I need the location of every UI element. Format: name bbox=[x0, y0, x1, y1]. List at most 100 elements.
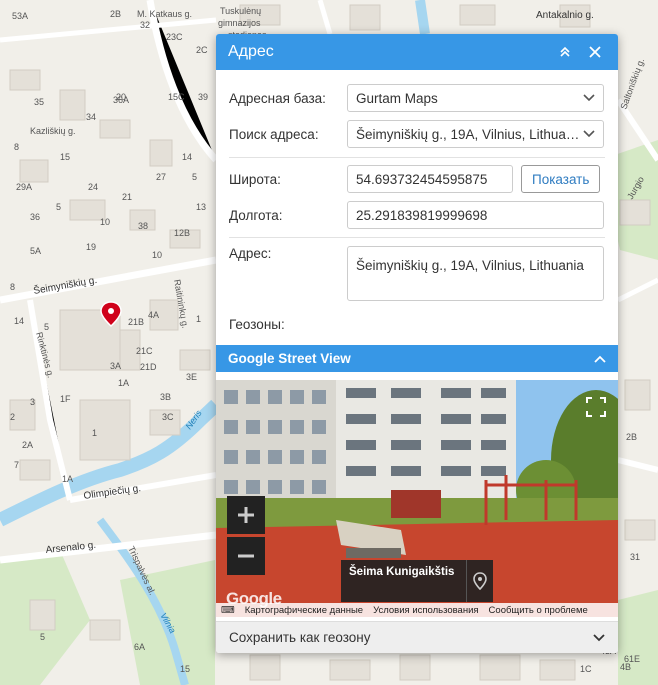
svg-text:Kazliškių g.: Kazliškių g. bbox=[30, 126, 76, 136]
svg-text:19: 19 bbox=[86, 242, 96, 252]
svg-text:15C: 15C bbox=[168, 92, 185, 102]
svg-text:7: 7 bbox=[14, 460, 19, 470]
address-base-value: Gurtam Maps bbox=[356, 90, 438, 106]
svg-text:35: 35 bbox=[34, 97, 44, 107]
svg-text:34: 34 bbox=[86, 112, 96, 122]
svg-text:29A: 29A bbox=[16, 182, 32, 192]
place-name: Šeima Kunigaikštis bbox=[349, 566, 455, 578]
svg-text:2C: 2C bbox=[196, 45, 208, 55]
svg-text:23C: 23C bbox=[166, 32, 183, 42]
zoom-in-button[interactable] bbox=[227, 496, 265, 534]
svg-text:1: 1 bbox=[196, 314, 201, 324]
svg-text:5: 5 bbox=[40, 632, 45, 642]
svg-text:13: 13 bbox=[196, 202, 206, 212]
svg-text:2A: 2A bbox=[22, 440, 33, 450]
svg-text:10: 10 bbox=[152, 250, 162, 260]
latitude-input[interactable]: 54.693732454595875 bbox=[347, 165, 513, 193]
svg-text:3C: 3C bbox=[162, 412, 174, 422]
street-view-header[interactable]: Google Street View bbox=[216, 345, 618, 372]
address-search-row: Поиск адреса: Šeimyniškių g., 19A, Vilni… bbox=[229, 120, 605, 148]
svg-text:32: 32 bbox=[140, 20, 150, 30]
svg-text:4A: 4A bbox=[148, 310, 159, 320]
svg-text:15: 15 bbox=[60, 152, 70, 162]
svg-text:5: 5 bbox=[192, 172, 197, 182]
fullscreen-icon[interactable] bbox=[583, 394, 609, 420]
collapse-icon[interactable] bbox=[554, 41, 576, 63]
address-label: Адрес: bbox=[229, 246, 272, 261]
map-data-link[interactable]: Картографические данные bbox=[240, 605, 368, 616]
address-search-value: Šeimyniškių g., 19A, Vilnius, Lithuania bbox=[356, 126, 583, 142]
chevron-up-icon bbox=[594, 355, 606, 363]
zoom-out-button[interactable] bbox=[227, 537, 265, 575]
svg-text:5: 5 bbox=[44, 322, 49, 332]
svg-text:10: 10 bbox=[100, 217, 110, 227]
svg-text:5: 5 bbox=[56, 202, 61, 212]
svg-text:39: 39 bbox=[198, 92, 208, 102]
street-view-title: Google Street View bbox=[228, 351, 351, 366]
report-problem-link[interactable]: Сообщить о проблеме bbox=[484, 605, 593, 616]
close-icon[interactable] bbox=[584, 41, 606, 63]
geozones-label: Геозоны: bbox=[229, 317, 285, 332]
longitude-row: Долгота: 25.291839819999698 bbox=[229, 201, 605, 229]
svg-text:2B: 2B bbox=[626, 432, 637, 442]
svg-text:6A: 6A bbox=[134, 642, 145, 652]
svg-text:3B: 3B bbox=[160, 392, 171, 402]
svg-text:8: 8 bbox=[10, 282, 15, 292]
street-view-attribution: ⌨ Картографические данные Условия исполь… bbox=[216, 603, 618, 617]
svg-text:5A: 5A bbox=[30, 246, 41, 256]
panel-title: Адрес bbox=[228, 43, 274, 60]
svg-text:14: 14 bbox=[14, 316, 24, 326]
svg-text:1F: 1F bbox=[60, 394, 71, 404]
svg-text:3E: 3E bbox=[186, 372, 197, 382]
svg-text:21: 21 bbox=[122, 192, 132, 202]
longitude-input[interactable]: 25.291839819999698 bbox=[347, 201, 604, 229]
svg-text:3: 3 bbox=[30, 397, 35, 407]
svg-text:21C: 21C bbox=[136, 346, 153, 356]
svg-text:31: 31 bbox=[630, 552, 640, 562]
divider bbox=[229, 157, 605, 158]
address-base-row: Адресная база: Gurtam Maps bbox=[229, 84, 605, 112]
terms-link[interactable]: Условия использования bbox=[368, 605, 483, 616]
svg-text:61E: 61E bbox=[624, 654, 640, 664]
address-base-label: Адресная база: bbox=[229, 90, 326, 106]
save-geozone-section[interactable]: Сохранить как геозону bbox=[216, 621, 618, 653]
svg-text:3A: 3A bbox=[110, 361, 121, 371]
svg-text:M. Katkaus g.: M. Katkaus g. bbox=[137, 9, 192, 19]
chevron-down-icon bbox=[593, 633, 605, 641]
panel-header[interactable]: Адрес bbox=[216, 34, 618, 70]
svg-text:12B: 12B bbox=[174, 228, 190, 238]
address-search-label: Поиск адреса: bbox=[229, 126, 319, 142]
svg-text:36: 36 bbox=[30, 212, 40, 222]
svg-text:14: 14 bbox=[182, 152, 192, 162]
pin-icon[interactable] bbox=[466, 560, 493, 602]
svg-text:2: 2 bbox=[10, 412, 15, 422]
address-base-select[interactable]: Gurtam Maps bbox=[347, 84, 604, 112]
svg-text:8: 8 bbox=[14, 142, 19, 152]
latitude-row: Широта: 54.693732454595875 Показать bbox=[229, 165, 605, 193]
svg-text:38: 38 bbox=[138, 221, 148, 231]
divider bbox=[229, 237, 605, 238]
keyboard-icon[interactable]: ⌨ bbox=[216, 605, 240, 616]
svg-text:gimnazijos: gimnazijos bbox=[218, 18, 261, 28]
svg-text:2B: 2B bbox=[110, 9, 121, 19]
address-panel: Адрес Адресная база: Gurtam Maps Поиск а… bbox=[216, 34, 618, 653]
svg-text:24: 24 bbox=[88, 182, 98, 192]
svg-text:1A: 1A bbox=[62, 474, 73, 484]
latitude-label: Широта: bbox=[229, 171, 281, 187]
svg-text:53A: 53A bbox=[12, 11, 28, 21]
svg-text:21D: 21D bbox=[140, 362, 157, 372]
address-search-select[interactable]: Šeimyniškių g., 19A, Vilnius, Lithuania bbox=[347, 120, 604, 148]
show-button[interactable]: Показать bbox=[521, 165, 601, 193]
geozones-row: Геозоны: bbox=[229, 317, 605, 332]
svg-text:1A: 1A bbox=[118, 378, 129, 388]
longitude-label: Долгота: bbox=[229, 207, 283, 223]
chevron-down-icon bbox=[583, 130, 595, 138]
street-view-image[interactable]: Šeima Kunigaikštis Google ⌨ Картографиче… bbox=[216, 380, 618, 617]
svg-text:1C: 1C bbox=[580, 664, 592, 674]
svg-text:1: 1 bbox=[92, 428, 97, 438]
address-textarea[interactable]: Šeimyniškių g., 19A, Vilnius, Lithuania bbox=[347, 246, 604, 301]
svg-text:Tuskulėnų: Tuskulėnų bbox=[220, 6, 261, 16]
save-geozone-label: Сохранить как геозону bbox=[229, 630, 371, 645]
chevron-down-icon bbox=[583, 94, 595, 102]
svg-text:36A: 36A bbox=[113, 95, 129, 105]
